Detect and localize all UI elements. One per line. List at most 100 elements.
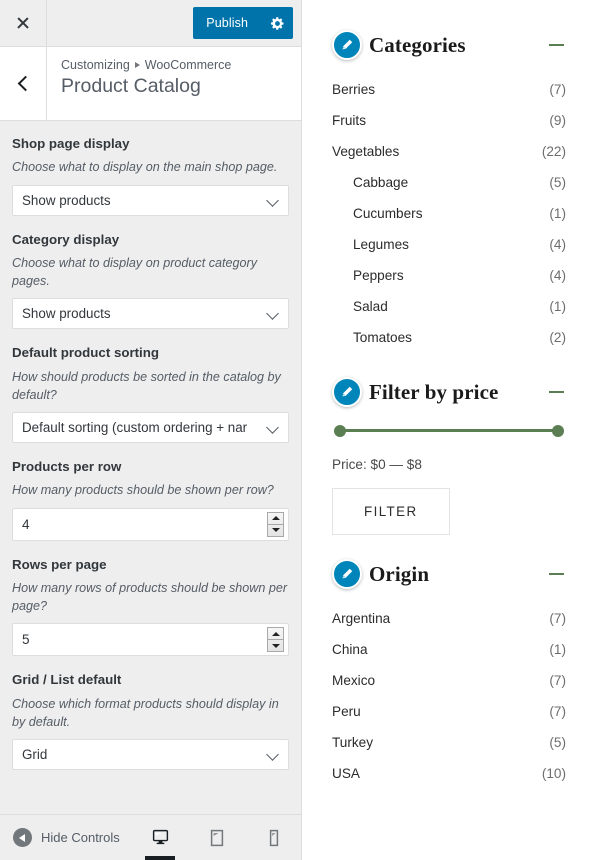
stepper-up-button[interactable] xyxy=(268,628,283,641)
customizer-sidebar: Publish Customizing WooCommerce Product … xyxy=(0,0,302,860)
term-name[interactable]: Fruits xyxy=(332,113,366,128)
breadcrumb-separator-icon xyxy=(134,62,140,68)
device-preview-tablet[interactable] xyxy=(199,815,235,860)
list-item[interactable]: Mexico (7) xyxy=(332,665,566,696)
products-per-row-input[interactable]: 4 xyxy=(12,507,289,541)
list-item[interactable]: USA (10) xyxy=(332,758,566,789)
term-name[interactable]: Cabbage xyxy=(353,175,408,190)
desktop-icon xyxy=(152,829,168,845)
widget-title: Origin xyxy=(369,561,430,586)
control-rows-per-page: Rows per page How many rows of products … xyxy=(12,556,289,657)
control-label: Category display xyxy=(12,231,120,247)
control-description: Choose which format products should disp… xyxy=(12,696,279,729)
term-name[interactable]: Berries xyxy=(332,82,375,97)
publish-button[interactable]: Publish xyxy=(193,7,261,39)
list-item[interactable]: Cucumbers (1) xyxy=(332,198,566,229)
page-title: Product Catalog xyxy=(61,75,201,97)
list-item[interactable]: Argentina (7) xyxy=(332,603,566,634)
control-shop-page-display: Shop page display Choose what to display… xyxy=(12,135,289,216)
term-count: (7) xyxy=(549,611,566,626)
grid-list-default-select[interactable]: Grid xyxy=(12,739,289,771)
device-preview-switcher xyxy=(142,815,292,860)
list-item[interactable]: Peru (7) xyxy=(332,696,566,727)
triangle-down-icon xyxy=(271,643,280,648)
stepper-down-button[interactable] xyxy=(268,640,283,651)
quantity-stepper[interactable] xyxy=(267,511,284,537)
collapse-toggle-icon[interactable] xyxy=(549,573,564,575)
customizer-app: Publish Customizing WooCommerce Product … xyxy=(0,0,596,860)
list-item[interactable]: Tomatoes (2) xyxy=(332,322,566,353)
term-name[interactable]: Salad xyxy=(353,299,388,314)
list-item[interactable]: Peppers (4) xyxy=(332,260,566,291)
gear-icon xyxy=(270,16,283,30)
term-name[interactable]: China xyxy=(332,642,368,657)
number-value: 5 xyxy=(22,632,30,648)
control-description: How many rows of products should be show… xyxy=(12,580,288,614)
panel-titles: Customizing WooCommerce Product Catalog xyxy=(47,47,245,120)
collapse-toggle-icon[interactable] xyxy=(549,391,564,393)
term-name[interactable]: USA xyxy=(332,766,360,781)
term-name[interactable]: Peppers xyxy=(353,268,404,283)
category-display-select[interactable]: Show products xyxy=(12,298,289,330)
publish-group: Publish xyxy=(193,7,293,39)
list-item[interactable]: Turkey (5) xyxy=(332,727,566,758)
select-value: Default sorting (custom ordering + nar xyxy=(22,420,248,436)
control-label: Shop page display xyxy=(12,136,130,151)
control-default-product-sorting: Default product sorting How should produ… xyxy=(12,344,289,444)
chevron-left-icon xyxy=(17,75,33,92)
slider-handle-max[interactable] xyxy=(552,425,564,437)
default-product-sorting-select[interactable]: Default sorting (custom ordering + nar xyxy=(12,412,289,444)
control-category-display: Category display Choose what to display … xyxy=(12,231,289,330)
close-icon xyxy=(16,16,30,30)
term-name[interactable]: Turkey xyxy=(332,735,373,750)
control-label: Rows per page xyxy=(12,556,107,572)
rows-per-page-input[interactable]: 5 xyxy=(12,623,289,657)
breadcrumb-root: Customizing xyxy=(61,58,130,72)
list-item[interactable]: China (1) xyxy=(332,634,566,665)
term-count: (7) xyxy=(549,82,566,97)
list-item[interactable]: Vegetables (22) xyxy=(332,136,566,167)
customizer-footer: Hide Controls xyxy=(0,814,301,860)
back-button[interactable] xyxy=(0,47,47,120)
list-item[interactable]: Berries (7) xyxy=(332,74,566,105)
stepper-up-button[interactable] xyxy=(268,513,283,525)
device-preview-mobile[interactable] xyxy=(256,815,292,860)
price-range-slider[interactable] xyxy=(334,425,564,437)
term-name[interactable]: Argentina xyxy=(332,611,390,626)
term-name[interactable]: Legumes xyxy=(353,237,409,252)
term-name[interactable]: Mexico xyxy=(332,673,375,688)
breadcrumb: Customizing WooCommerce xyxy=(61,58,231,72)
widget-categories: Categories Berries (7) Fruits (9) Vegeta… xyxy=(332,30,566,353)
term-count: (4) xyxy=(549,237,566,252)
filter-button[interactable]: FILTER xyxy=(332,488,450,535)
term-name[interactable]: Tomatoes xyxy=(353,330,412,345)
close-customizer-button[interactable] xyxy=(0,0,47,46)
stepper-down-button[interactable] xyxy=(268,525,283,536)
mobile-icon xyxy=(269,829,279,846)
term-name[interactable]: Vegetables xyxy=(332,144,399,159)
pencil-edit-icon xyxy=(342,39,353,50)
term-count: (7) xyxy=(549,673,566,688)
list-item[interactable]: Fruits (9) xyxy=(332,105,566,136)
edit-shortcut-button[interactable] xyxy=(332,377,362,407)
price-range-label: Price: $0 — $8 xyxy=(332,457,422,472)
widget-header: Origin xyxy=(332,559,566,589)
list-item[interactable]: Cabbage (5) xyxy=(332,167,566,198)
term-name[interactable]: Cucumbers xyxy=(353,206,423,221)
quantity-stepper[interactable] xyxy=(267,627,284,653)
origin-list: Argentina (7) China (1) Mexico (7) Peru … xyxy=(332,603,566,789)
site-preview: Categories Berries (7) Fruits (9) Vegeta… xyxy=(302,0,596,860)
term-name[interactable]: Peru xyxy=(332,704,361,719)
device-preview-desktop[interactable] xyxy=(142,815,178,860)
control-description: Choose what to display on the main shop … xyxy=(12,160,278,175)
shop-page-display-select[interactable]: Show products xyxy=(12,184,289,216)
term-count: (10) xyxy=(541,766,566,781)
list-item[interactable]: Legumes (4) xyxy=(332,229,566,260)
collapse-toggle-icon[interactable] xyxy=(549,44,564,46)
slider-handle-min[interactable] xyxy=(334,425,346,437)
edit-shortcut-button[interactable] xyxy=(332,559,362,589)
hide-controls-button[interactable]: Hide Controls xyxy=(0,828,120,847)
list-item[interactable]: Salad (1) xyxy=(332,291,566,322)
publish-settings-button[interactable] xyxy=(261,7,293,39)
edit-shortcut-button[interactable] xyxy=(332,30,362,60)
